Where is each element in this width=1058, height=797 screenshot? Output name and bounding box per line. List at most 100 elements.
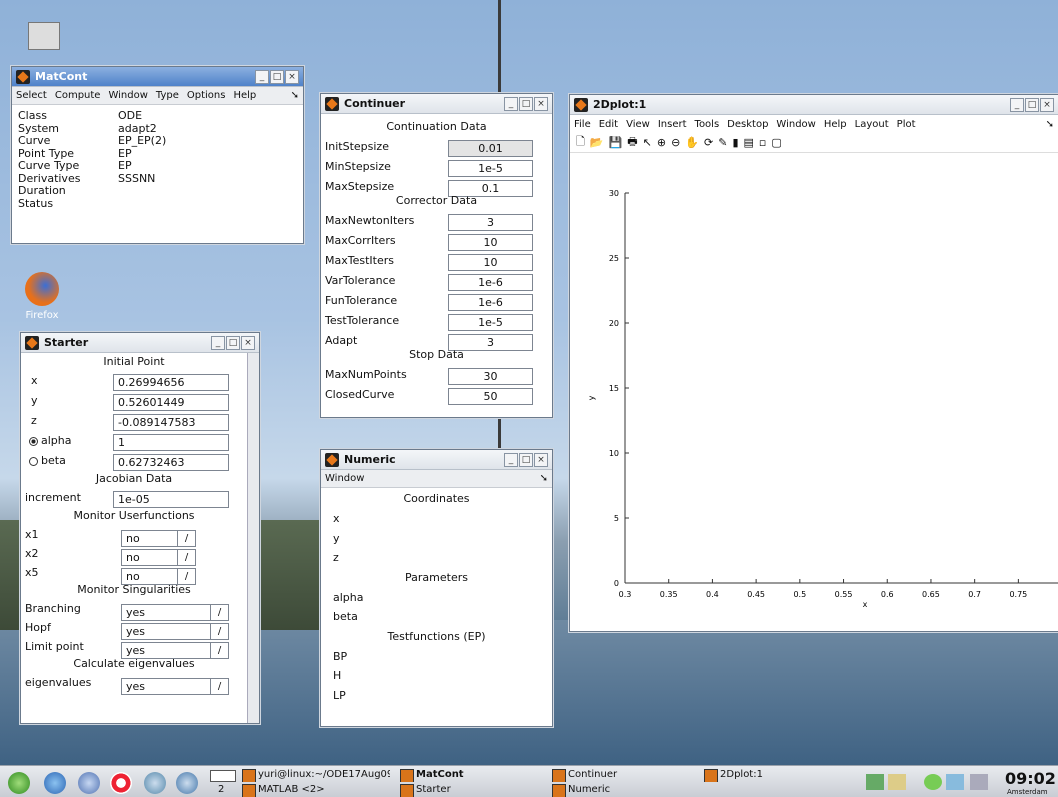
starter-point-input[interactable]: 0.62732463 (113, 454, 229, 471)
singularity-select[interactable]: yes / (121, 604, 229, 621)
menu-compute[interactable]: Compute (55, 90, 101, 101)
pan-icon[interactable]: ✋ (685, 136, 699, 149)
plot-menu-tools[interactable]: Tools (695, 119, 720, 130)
print-icon[interactable]: 🖶 (627, 133, 637, 152)
menu-type[interactable]: Type (156, 90, 179, 101)
plot-titlebar[interactable]: 2Dplot:1 _ □ × (570, 95, 1058, 115)
plot-menu-help[interactable]: Help (824, 119, 847, 130)
rotate-icon[interactable]: ⟳ (704, 136, 713, 149)
dropdown-icon[interactable]: / (177, 569, 195, 584)
pointer-icon[interactable]: ↖ (643, 136, 652, 149)
continuer-param-input[interactable]: 10 (448, 254, 533, 271)
lifebuoy-icon[interactable] (110, 772, 132, 794)
maximize-icon[interactable]: □ (1025, 97, 1039, 112)
colorbar-icon[interactable]: ▮ (732, 136, 738, 149)
taskbar-item[interactable]: Numeric (550, 783, 690, 797)
numeric-menu-window[interactable]: Window (325, 473, 364, 484)
browser-icon[interactable] (44, 772, 66, 794)
plot-menu-window[interactable]: Window (776, 119, 815, 130)
volume-icon[interactable] (970, 774, 988, 790)
zoom-out-icon[interactable]: ⊖ (671, 136, 680, 149)
dropdown-icon[interactable]: / (210, 679, 228, 694)
tray-icon-4[interactable] (946, 774, 964, 790)
maximize-icon[interactable]: □ (270, 69, 284, 84)
continuer-param-input[interactable]: 10 (448, 234, 533, 251)
file-manager-icon[interactable] (78, 772, 100, 794)
dropdown-icon[interactable]: / (177, 531, 195, 546)
continuer-param-input[interactable]: 1e-6 (448, 274, 533, 291)
computer-icon[interactable] (14, 22, 74, 50)
close-icon[interactable]: × (1040, 97, 1054, 112)
increment-input[interactable]: 1e-05 (113, 491, 229, 508)
starter-point-input[interactable]: 1 (113, 434, 229, 451)
starter-point-input[interactable]: 0.52601449 (113, 394, 229, 411)
desktop-number[interactable]: 2 (218, 784, 224, 795)
menu-select[interactable]: Select (16, 90, 47, 101)
plot-menu-insert[interactable]: Insert (658, 119, 687, 130)
close-icon[interactable]: × (241, 335, 255, 350)
plot-axes[interactable]: 0 5 10 15 20 25 30 0.3 0.35 0.4 0.45 0.5 0.55 0.6 0.65… (570, 153, 1058, 631)
numeric-titlebar[interactable]: Numeric _ □ × (321, 450, 552, 470)
menu-arrow-icon[interactable]: ➘ (291, 90, 299, 101)
continuer-param-input[interactable]: 30 (448, 368, 533, 385)
desktop-pager-icon[interactable] (210, 770, 236, 782)
start-menu-icon[interactable] (8, 772, 30, 794)
clock[interactable]: 09:02 (1005, 769, 1056, 788)
tray-icon-2[interactable] (888, 774, 906, 790)
config-icon[interactable] (176, 772, 198, 794)
taskbar-item[interactable]: MATLAB <2> (240, 783, 390, 797)
userfunction-select[interactable]: no / (121, 549, 196, 566)
show-tools-icon[interactable]: ▢ (771, 136, 781, 149)
menu-window[interactable]: Window (108, 90, 147, 101)
starter-point-input[interactable]: -0.089147583 (113, 414, 229, 431)
minimize-icon[interactable]: _ (1010, 97, 1024, 112)
hide-tools-icon[interactable]: ▫ (759, 136, 766, 149)
plot-menu-view[interactable]: View (626, 119, 650, 130)
menu-arrow-icon[interactable]: ➘ (1046, 119, 1054, 130)
dropdown-icon[interactable]: / (210, 643, 228, 658)
taskbar-item[interactable]: Continuer (550, 768, 690, 782)
taskbar-item[interactable]: Starter (398, 783, 538, 797)
tray-icon-3[interactable] (924, 774, 942, 790)
starter-point-input[interactable]: 0.26994656 (113, 374, 229, 391)
minimize-icon[interactable]: _ (504, 96, 518, 111)
datacursor-icon[interactable]: ✎ (718, 136, 727, 149)
legend-icon[interactable]: ▤ (744, 136, 754, 149)
continuer-param-input[interactable]: 0.01 (448, 140, 533, 157)
taskbar-item[interactable]: yuri@linux:~/ODE17Aug09 (240, 768, 390, 782)
plot-menu-layout[interactable]: Layout (855, 119, 889, 130)
minimize-icon[interactable]: _ (211, 335, 225, 350)
maximize-icon[interactable]: □ (519, 452, 533, 467)
continuer-param-input[interactable]: 50 (448, 388, 533, 405)
new-file-icon[interactable]: 🗋 (576, 133, 585, 152)
maximize-icon[interactable]: □ (519, 96, 533, 111)
menu-options[interactable]: Options (187, 90, 226, 101)
continuer-param-input[interactable]: 1e-5 (448, 160, 533, 177)
continuer-param-input[interactable]: 1e-6 (448, 294, 533, 311)
plot-menu-desktop[interactable]: Desktop (727, 119, 768, 130)
radio-button[interactable] (29, 437, 38, 446)
radio-button[interactable] (29, 457, 38, 466)
save-icon[interactable]: 💾 (609, 136, 623, 149)
userfunction-select[interactable]: no / (121, 530, 196, 547)
taskbar-item[interactable]: MatCont (398, 768, 538, 782)
network-icon[interactable] (144, 772, 166, 794)
menu-arrow-icon[interactable]: ➘ (540, 473, 548, 484)
close-icon[interactable]: × (534, 452, 548, 467)
dropdown-icon[interactable]: / (177, 550, 195, 565)
maximize-icon[interactable]: □ (226, 335, 240, 350)
plot-menu-file[interactable]: File (574, 119, 591, 130)
continuer-param-input[interactable]: 3 (448, 214, 533, 231)
continuer-param-input[interactable]: 1e-5 (448, 314, 533, 331)
dropdown-icon[interactable]: / (210, 605, 228, 620)
open-file-icon[interactable]: 📂 (590, 136, 604, 149)
continuer-titlebar[interactable]: Continuer _ □ × (321, 94, 552, 114)
tray-icon-1[interactable] (866, 774, 884, 790)
eigenvalues-select[interactable]: yes / (121, 678, 229, 695)
dropdown-icon[interactable]: / (210, 624, 228, 639)
firefox-icon[interactable]: Firefox (12, 272, 72, 321)
zoom-in-icon[interactable]: ⊕ (657, 136, 666, 149)
minimize-icon[interactable]: _ (255, 69, 269, 84)
singularity-select[interactable]: yes / (121, 623, 229, 640)
close-icon[interactable]: × (534, 96, 548, 111)
